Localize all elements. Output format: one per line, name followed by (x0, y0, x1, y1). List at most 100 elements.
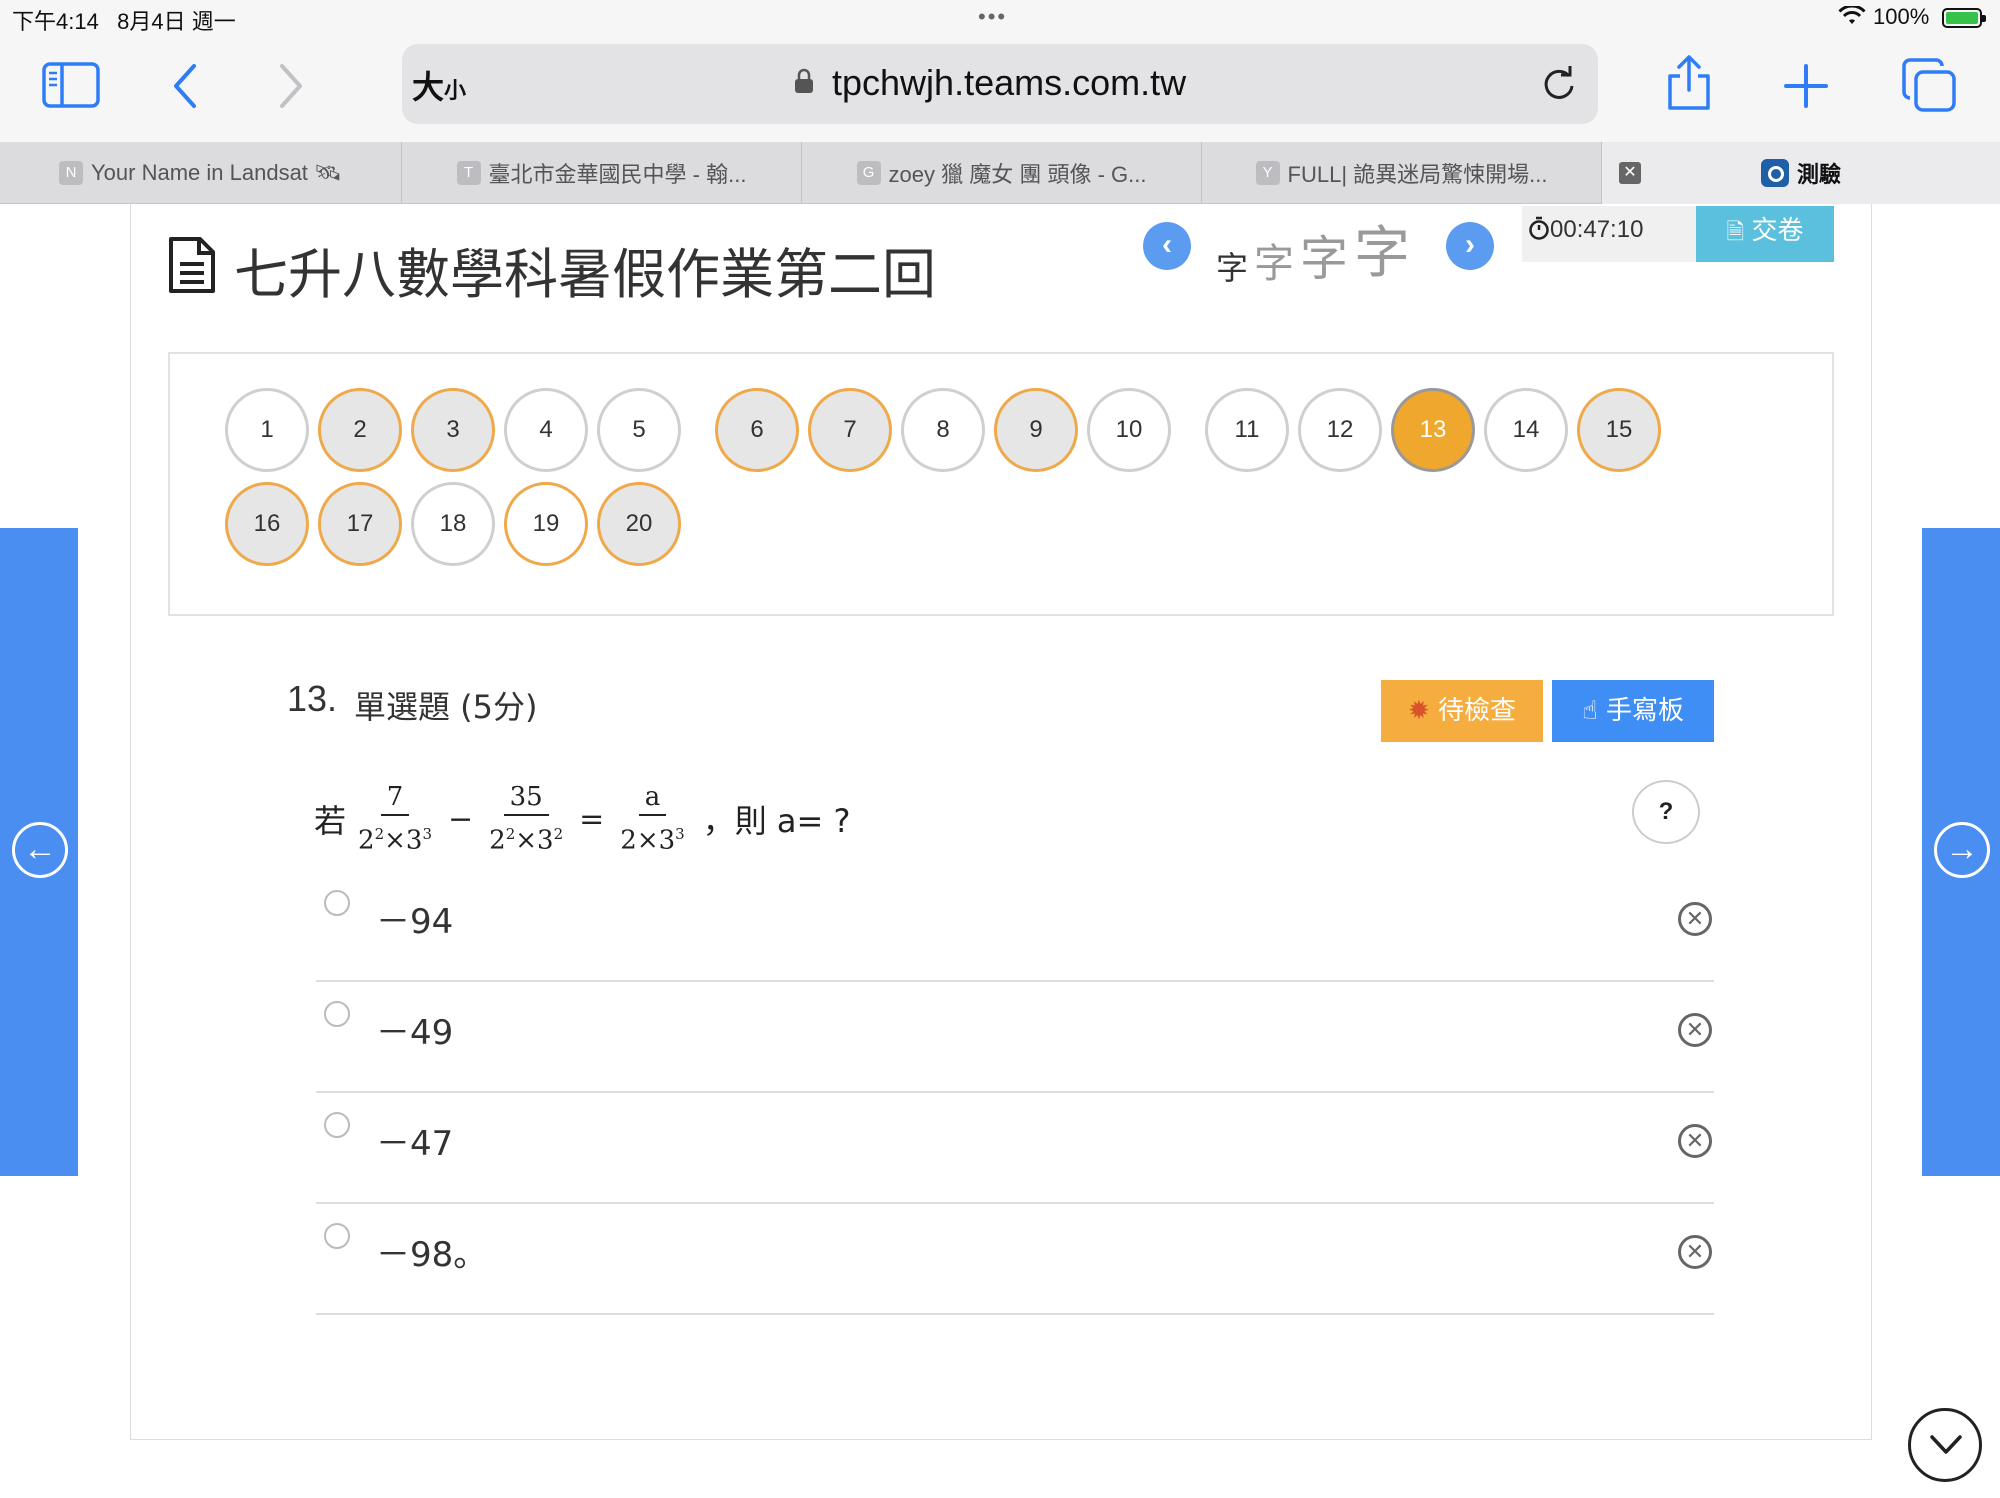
radio-button[interactable] (324, 1112, 350, 1138)
battery-percent: 100% (1873, 4, 1930, 29)
url-text[interactable]: tpchwjh.teams.com.tw (832, 62, 1186, 104)
radio-button[interactable] (324, 890, 350, 916)
document-icon (169, 237, 215, 293)
denominator: 22×32 (489, 824, 564, 856)
question-button-3[interactable]: 3 (411, 388, 495, 472)
radio-button[interactable] (324, 1223, 350, 1249)
question-button-6[interactable]: 6 (715, 388, 799, 472)
font-size-option[interactable]: 字 (1300, 219, 1348, 289)
question-navigator: 1 2 3 4 5 6 7 8 9 10 11 12 13 14 15 16 17 18 19 20 (168, 352, 1834, 616)
exam-timer: 00:47:10 (1522, 206, 1696, 262)
question-button-5[interactable]: 5 (597, 388, 681, 472)
question-type: 單選題 (5分) (354, 688, 538, 726)
tab-favicon: T (456, 161, 481, 185)
question-button-12[interactable]: 12 (1298, 388, 1382, 472)
next-question-bar[interactable]: → (1922, 528, 2000, 1176)
answer-option[interactable]: －94 ✕ (316, 872, 1714, 982)
question-button-18[interactable]: 18 (411, 482, 495, 566)
fraction: 35 22×32 (489, 780, 563, 859)
option-text[interactable]: －94 (376, 894, 453, 943)
stopwatch-icon (1529, 216, 1549, 240)
tabs-overview-icon[interactable] (1902, 58, 1956, 112)
reload-icon[interactable] (1539, 64, 1579, 104)
forward-icon[interactable] (276, 62, 306, 110)
address-bar[interactable]: 大小 tpchwjh.teams.com.tw (402, 44, 1598, 124)
timer-value: 00:47:10 (1550, 216, 1644, 243)
arrow-right-icon[interactable]: → (1934, 822, 1990, 878)
eliminate-option-icon[interactable]: ✕ (1678, 1124, 1712, 1158)
option-text[interactable]: －98。 (376, 1227, 487, 1276)
question-button-16[interactable]: 16 (225, 482, 309, 566)
question-button-1[interactable]: 1 (225, 388, 309, 472)
eliminate-option-icon[interactable]: ✕ (1678, 1013, 1712, 1047)
test-favicon-icon (1760, 159, 1789, 187)
chevron-down-icon (1930, 1435, 1962, 1454)
scroll-down-button[interactable] (1908, 1408, 1982, 1482)
question-button-19[interactable]: 19 (504, 482, 588, 566)
fraction: a 2×33 (620, 780, 684, 859)
font-size-increase-button[interactable]: › (1446, 222, 1494, 270)
fraction: 7 22×33 (358, 780, 432, 859)
close-tab-icon[interactable]: ✕ (1619, 162, 1641, 184)
back-icon[interactable] (170, 62, 200, 110)
browser-tab[interactable]: G zoey 獵 魔女 團 頭像 - G... (802, 142, 1202, 204)
multitask-dots[interactable]: ••• (978, 4, 1007, 30)
aa-large: 大 (412, 69, 445, 105)
previous-question-bar[interactable]: ← (0, 528, 78, 1176)
answer-option[interactable]: －49 ✕ (316, 983, 1714, 1093)
handwriting-board-button[interactable]: ☝ 手寫板 (1552, 680, 1714, 742)
eliminate-option-icon[interactable]: ✕ (1678, 1235, 1712, 1269)
question-number: 13. (287, 678, 338, 719)
denominator: 2×33 (620, 824, 685, 856)
page-settings-button[interactable]: 大小 (412, 62, 466, 108)
question-button-15[interactable]: 15 (1577, 388, 1661, 472)
radio-button[interactable] (324, 1001, 350, 1027)
new-tab-icon[interactable] (1784, 64, 1828, 108)
wifi-icon (1838, 6, 1866, 24)
status-date: 8月4日 週一 (117, 9, 236, 34)
status-clock: 下午4:14 (12, 9, 99, 34)
numerator: a (638, 780, 667, 816)
lock-icon (795, 68, 813, 93)
aa-small: 小 (444, 78, 467, 103)
submit-exam-button[interactable]: 🗎 交卷 (1696, 206, 1834, 262)
question-button-13[interactable]: 13 (1391, 388, 1475, 472)
help-button[interactable]: ? (1632, 780, 1700, 844)
answer-option[interactable]: －98。 ✕ (316, 1205, 1714, 1315)
font-size-decrease-button[interactable]: ‹ (1143, 222, 1191, 270)
option-text[interactable]: －47 (376, 1116, 453, 1165)
question-button-8[interactable]: 8 (901, 388, 985, 472)
answer-option[interactable]: －47 ✕ (316, 1094, 1714, 1204)
mark-for-review-button[interactable]: ✹ 待檢查 (1381, 680, 1543, 742)
browser-tab[interactable]: Y FULL| 詭異迷局驚悚開場... (1202, 142, 1602, 204)
question-button-9[interactable]: 9 (994, 388, 1078, 472)
share-icon[interactable] (1666, 54, 1712, 112)
numerator: 7 (380, 780, 410, 816)
tab-title: Your Name in Landsat 🛰 (91, 160, 342, 185)
browser-tab[interactable]: T 臺北市金華國民中學 - 翰... (402, 142, 802, 204)
font-size-option[interactable]: 字 (1354, 208, 1410, 289)
tab-favicon: Y (1255, 161, 1280, 185)
status-time: 下午4:14 8月4日 週一 (12, 4, 236, 36)
question-button-20[interactable]: 20 (597, 482, 681, 566)
browser-tab[interactable]: N Your Name in Landsat 🛰 (0, 142, 402, 204)
question-button-10[interactable]: 10 (1087, 388, 1171, 472)
submit-label: 交卷 (1751, 215, 1804, 245)
eliminate-option-icon[interactable]: ✕ (1678, 902, 1712, 936)
font-size-option[interactable]: 字 (1216, 243, 1248, 289)
option-text[interactable]: －49 (376, 1005, 453, 1054)
question-button-4[interactable]: 4 (504, 388, 588, 472)
sidebar-icon[interactable] (42, 62, 100, 108)
arrow-left-icon[interactable]: ← (12, 822, 68, 878)
question-button-17[interactable]: 17 (318, 482, 402, 566)
formula-suffix: ，則 a= ? (702, 802, 851, 840)
hand-pointer-icon: ☝ (1581, 696, 1598, 726)
browser-tab-active[interactable]: 測驗 (1602, 142, 2000, 204)
question-button-14[interactable]: 14 (1484, 388, 1568, 472)
tab-favicon: N (59, 161, 84, 185)
font-size-option[interactable]: 字 (1254, 231, 1294, 289)
question-button-2[interactable]: 2 (318, 388, 402, 472)
question-button-11[interactable]: 11 (1205, 388, 1289, 472)
status-bar: 下午4:14 8月4日 週一 ••• 100% (0, 0, 2000, 36)
question-button-7[interactable]: 7 (808, 388, 892, 472)
